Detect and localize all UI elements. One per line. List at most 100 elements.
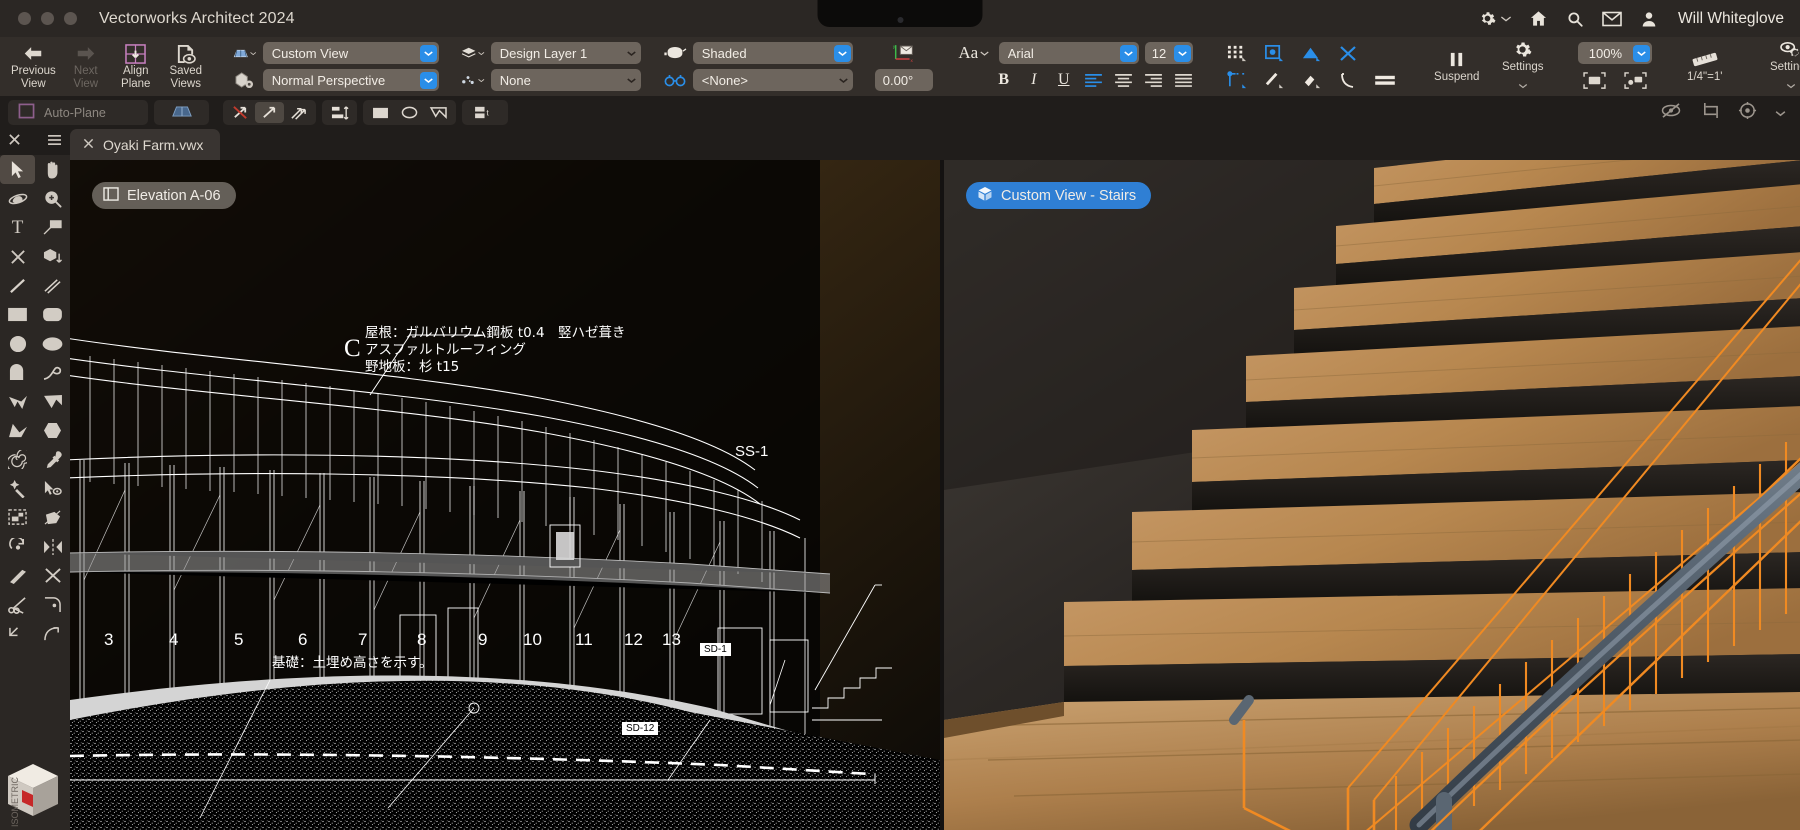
chevron-down-icon[interactable] (1518, 76, 1528, 94)
section-style-button[interactable]: t (465, 102, 505, 123)
render-mode-combo[interactable]: Shaded (693, 42, 853, 64)
snap-grid-icon[interactable] (1221, 41, 1254, 66)
view-combo[interactable]: Custom View (263, 42, 439, 64)
previous-view-button[interactable]: Previous View (6, 37, 61, 96)
user-icon[interactable] (1639, 9, 1659, 29)
mail-icon[interactable] (1602, 9, 1622, 29)
projection-combo[interactable]: Normal Perspective (263, 69, 439, 91)
rotation-field[interactable]: 0.00° (875, 69, 933, 91)
chevron-down-icon[interactable] (834, 45, 851, 62)
zoom-combo[interactable]: 100% (1578, 42, 1652, 64)
snap-tangent-icon[interactable] (1332, 68, 1365, 93)
magic-wand-tool[interactable] (0, 474, 35, 503)
polygon-mode-button[interactable] (424, 102, 453, 123)
align-justify-button[interactable] (1169, 69, 1199, 92)
zoom-tool[interactable] (35, 184, 70, 213)
chevron-down-icon[interactable] (627, 77, 636, 84)
view-settings-button[interactable]: Settings (1758, 37, 1800, 96)
chevron-down-icon[interactable] (1501, 9, 1511, 29)
move-mode-group[interactable] (223, 100, 316, 125)
fillet-tool[interactable] (35, 590, 70, 619)
elevation-viewport[interactable]: Elevation A-06 C 屋根：ガルバリウム鋼板 t0.4 竪ハゼ葺き … (70, 160, 940, 830)
spiral-tool[interactable] (0, 445, 35, 474)
axis-rotate-icon[interactable]: yx (892, 43, 916, 63)
select-similar-tool[interactable] (35, 474, 70, 503)
underline-button[interactable]: U (1049, 69, 1079, 92)
maximize-window-button[interactable] (64, 12, 77, 25)
font-size-combo[interactable]: 12 (1145, 42, 1193, 64)
snap-smart-point-icon[interactable] (1221, 68, 1254, 93)
view-icon[interactable] (233, 47, 257, 60)
close-icon[interactable] (8, 133, 21, 151)
window-controls[interactable] (18, 12, 77, 25)
close-icon[interactable] (83, 137, 94, 152)
polygon-tool[interactable] (35, 387, 70, 416)
chevron-down-icon[interactable] (839, 77, 848, 84)
text-style-icon[interactable]: Aa (955, 43, 993, 63)
chevron-down-icon[interactable] (1174, 45, 1191, 62)
projection-icon[interactable] (233, 71, 257, 89)
rectangle-tool[interactable] (0, 300, 35, 329)
class-icon[interactable] (461, 72, 485, 88)
layers-icon[interactable] (461, 45, 485, 61)
text-tool[interactable]: T (0, 213, 35, 242)
pan-tool[interactable] (35, 155, 70, 184)
snap-smart-edge-icon[interactable] (1258, 68, 1291, 93)
offset-tool[interactable] (35, 619, 70, 648)
eyedropper-tool[interactable] (35, 445, 70, 474)
callout-tool[interactable] (35, 213, 70, 242)
freehand-tool[interactable] (35, 358, 70, 387)
push-pull-tool[interactable] (35, 242, 70, 271)
trim-tool[interactable] (0, 561, 35, 590)
snap-settings-button[interactable]: Settings (1490, 37, 1556, 96)
minimize-window-button[interactable] (41, 12, 54, 25)
pointer-tool[interactable] (0, 155, 35, 184)
design-layer-combo[interactable]: Design Layer 1 (491, 42, 641, 64)
rotate-tool[interactable] (0, 532, 35, 561)
rounded-rectangle-tool[interactable] (35, 300, 70, 329)
class-combo[interactable]: None (491, 69, 641, 91)
glasses-icon[interactable] (663, 73, 687, 87)
scale-tool[interactable] (0, 503, 35, 532)
rectangle-mode-button[interactable] (366, 102, 395, 123)
font-combo[interactable]: Arial (999, 42, 1139, 64)
chamfer-tool[interactable] (0, 619, 35, 648)
home-icon[interactable] (1528, 9, 1548, 29)
saved-views-button[interactable]: Saved Views (161, 37, 211, 96)
chevron-down-icon[interactable] (420, 72, 437, 89)
lasso-mode-button[interactable] (395, 102, 424, 123)
close-window-button[interactable] (18, 12, 31, 25)
hide-viewport-icon[interactable] (1660, 102, 1682, 124)
shape-mode-group[interactable] (363, 100, 456, 125)
auto-plane-pill[interactable]: Auto-Plane (8, 100, 148, 125)
orientation-cube[interactable]: ISOMETRIC (0, 746, 70, 830)
stairs-viewport[interactable]: Custom View - Stairs (944, 160, 1800, 830)
no-move-mode-button[interactable] (226, 102, 255, 123)
stairs-viewport-badge[interactable]: Custom View - Stairs (966, 182, 1151, 209)
align-distribute-button[interactable] (325, 102, 354, 123)
circle-tool[interactable] (0, 329, 35, 358)
snap-parallel-icon[interactable] (1369, 68, 1402, 93)
alignment-group[interactable] (322, 100, 357, 125)
target-icon[interactable] (1738, 101, 1757, 125)
chevron-down-icon[interactable] (1786, 76, 1796, 94)
teapot-icon[interactable] (663, 45, 687, 61)
chevron-down-icon[interactable] (1633, 45, 1650, 62)
ellipse-tool[interactable] (35, 329, 70, 358)
bold-button[interactable]: B (989, 69, 1019, 92)
align-plane-button[interactable]: Align Plane (111, 37, 161, 96)
search-icon[interactable] (1565, 9, 1585, 29)
snap-angle-icon[interactable] (1295, 41, 1328, 66)
scale-button[interactable]: 1/4"=1' (1674, 37, 1736, 96)
elevation-viewport-badge[interactable]: Elevation A-06 (92, 182, 236, 209)
document-tab[interactable]: Oyaki Farm.vwx (70, 129, 220, 160)
chevron-down-icon[interactable] (627, 50, 636, 57)
move-copy-mode-button[interactable] (284, 102, 313, 123)
working-plane-button[interactable] (154, 100, 209, 125)
align-left-button[interactable] (1079, 69, 1109, 92)
nurbs-curve-tool[interactable] (0, 416, 35, 445)
align-right-button[interactable] (1139, 69, 1169, 92)
flyover-tool[interactable] (0, 184, 35, 213)
chevron-down-icon[interactable] (420, 45, 437, 62)
fit-to-window-icon[interactable] (1578, 68, 1611, 93)
